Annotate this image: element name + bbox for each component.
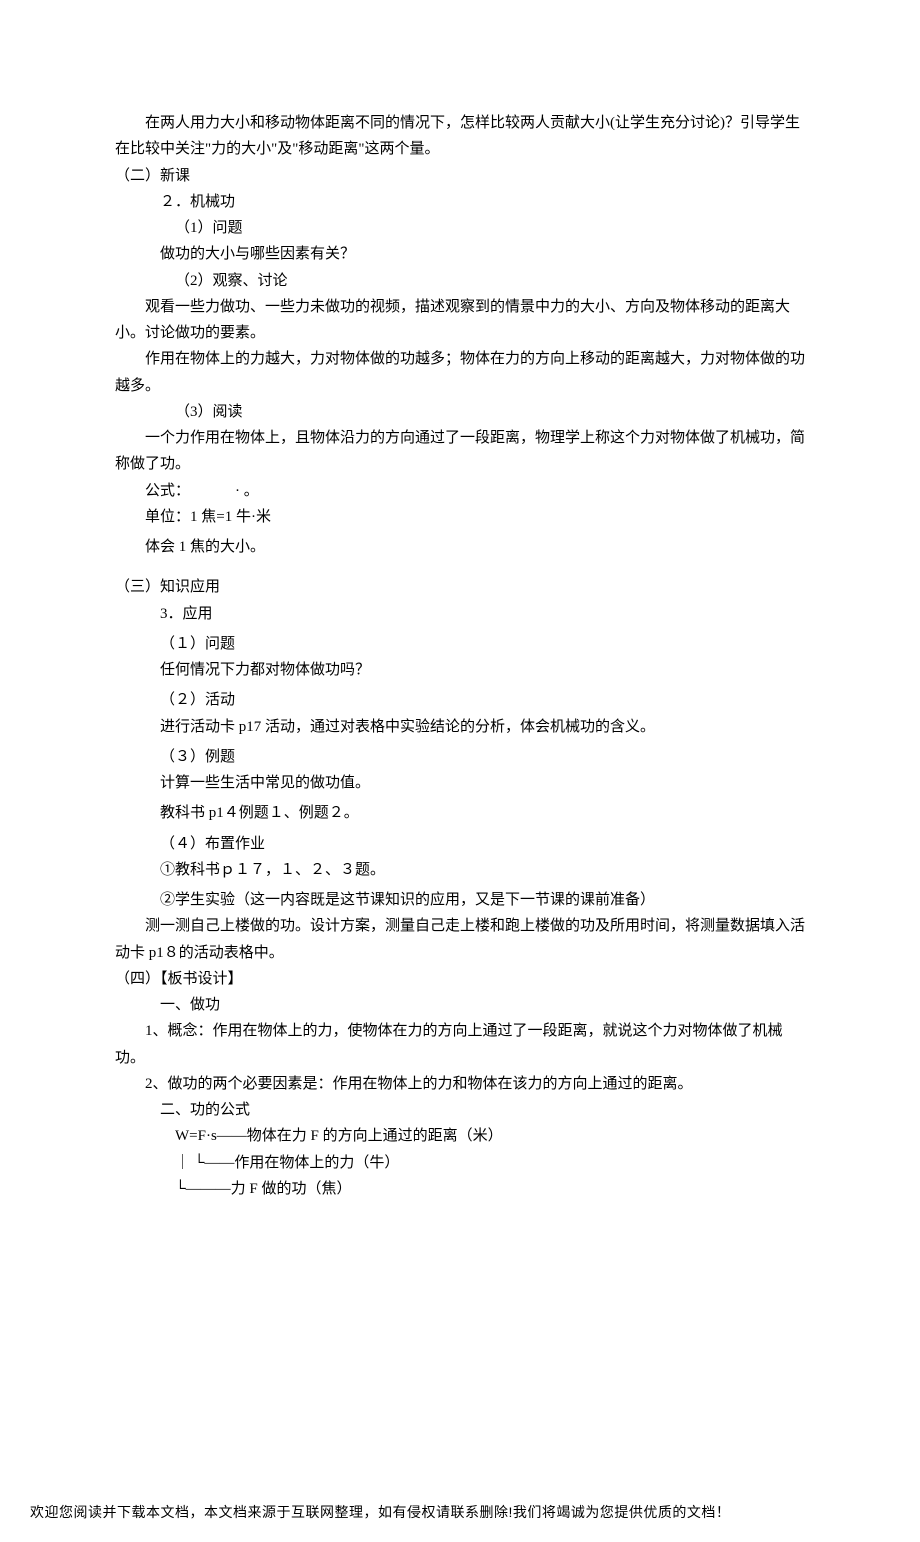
sec3-p4-text-b: ②学生实验（这一内容既是这节课知识的应用，又是下一节课的课前准备）: [115, 887, 805, 913]
footer-notice: 欢迎您阅读并下载本文档，本文档来源于互联网整理，如有侵权请联系删除!我们将竭诚为…: [0, 1492, 920, 1542]
section-3-head: （三）知识应用: [115, 574, 805, 600]
sec4-b2: 2、做功的两个必要因素是：作用在物体上的力和物体在该力的方向上通过的距离。: [115, 1071, 805, 1097]
sec3-item-title: 3．应用: [115, 601, 805, 627]
sec3-p4-head: （４）布置作业: [115, 831, 805, 857]
sec3-p2-text: 进行活动卡 p17 活动，通过对表格中实验结论的分析，体会机械功的含义。: [115, 714, 805, 740]
formula-dot: · 。: [235, 483, 259, 499]
sec2-unit: 单位：1 焦=1 牛·米: [115, 504, 805, 530]
document-page: 在两人用力大小和移动物体距离不同的情况下，怎样比较两人贡献大小(让学生充分讨论)…: [0, 0, 920, 1202]
sec3-p1-head: （１）问题: [115, 631, 805, 657]
sec4-formula-2: ｜ └——作用在物体上的力（牛）: [115, 1150, 805, 1176]
sec2-q2-head: （2）观察、讨论: [115, 268, 805, 294]
sec4-h1: 一、做功: [115, 992, 805, 1018]
sec2-feel: 体会 1 焦的大小。: [115, 534, 805, 560]
sec2-item-title: ２．机械功: [115, 189, 805, 215]
sec2-q3-head: （3）阅读: [115, 399, 805, 425]
sec2-q1-text: 做功的大小与哪些因素有关？: [115, 241, 805, 267]
sec3-p4-text-c: 测一测自己上楼做的功。设计方案，测量自己走上楼和跑上楼做的功及所用时间，将测量数…: [115, 913, 805, 966]
sec3-p3-head: （３）例题: [115, 744, 805, 770]
formula-label: 公式：: [145, 483, 190, 499]
sec4-formula-1: W=F·s——物体在力 F 的方向上通过的距离（米）: [115, 1123, 805, 1149]
sec3-p1-text: 任何情况下力都对物体做功吗？: [115, 657, 805, 683]
sec3-p4-text-a: ①教科书ｐ１７，１、２、３题。: [115, 857, 805, 883]
section-2-head: （二）新课: [115, 163, 805, 189]
sec3-p3-text-b: 教科书 p1４例题１、例题２。: [115, 800, 805, 826]
intro-paragraph: 在两人用力大小和移动物体距离不同的情况下，怎样比较两人贡献大小(让学生充分讨论)…: [115, 110, 805, 163]
sec2-formula-line: 公式： · 。: [115, 478, 805, 504]
sec4-h2: 二、功的公式: [115, 1097, 805, 1123]
sec3-p2-head: （２）活动: [115, 687, 805, 713]
sec4-formula-3: └———力 F 做的功（焦）: [115, 1176, 805, 1202]
sec2-q3-text: 一个力作用在物体上，且物体沿力的方向通过了一段距离，物理学上称这个力对物体做了机…: [115, 425, 805, 478]
sec4-b1: 1、概念：作用在物体上的力，使物体在力的方向上通过了一段距离，就说这个力对物体做…: [115, 1018, 805, 1071]
sec2-q2-text-a: 观看一些力做功、一些力未做功的视频，描述观察到的情景中力的大小、方向及物体移动的…: [115, 294, 805, 347]
section-4-head: （四）【板书设计】: [115, 966, 805, 992]
sec2-q2-text-b: 作用在物体上的力越大，力对物体做的功越多；物体在力的方向上移动的距离越大，力对物…: [115, 346, 805, 399]
sec3-p3-text-a: 计算一些生活中常见的做功值。: [115, 770, 805, 796]
sec2-q1-head: （1）问题: [115, 215, 805, 241]
